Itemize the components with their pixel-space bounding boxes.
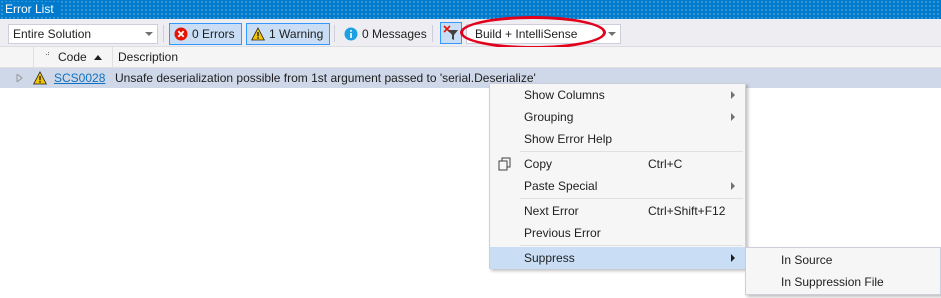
errors-filter-label: 0 Errors (192, 27, 235, 41)
warnings-filter-label: 1 Warning (269, 27, 324, 41)
menu-separator (520, 245, 743, 246)
window-titlebar: Error List (0, 0, 941, 19)
menu-item-show-error-help[interactable]: Show Error Help (490, 128, 745, 150)
menu-item-previous-error[interactable]: Previous Error (490, 222, 745, 244)
menu-item-copy[interactable]: Copy Ctrl+C (490, 153, 745, 175)
expand-chevron-icon[interactable] (16, 74, 24, 82)
sort-grip-column[interactable] (0, 47, 49, 68)
menu-item-suppress[interactable]: Suppress (490, 247, 745, 269)
menu-item-label: Copy (524, 157, 553, 171)
menu-item-label: Grouping (524, 110, 574, 124)
suppress-submenu: In Source In Suppression File (745, 247, 941, 295)
error-description: Unsafe deserialization possible from 1st… (115, 71, 536, 85)
menu-item-paste-special[interactable]: Paste Special (490, 175, 745, 197)
filter-funnel-icon (443, 25, 458, 40)
menu-item-grouping[interactable]: Grouping (490, 106, 745, 128)
chevron-right-icon (731, 182, 735, 190)
toolbar-separator (334, 25, 335, 42)
menu-item-label: Previous Error (524, 226, 601, 240)
chevron-down-icon (145, 32, 153, 36)
submenu-item-label: In Suppression File (781, 275, 884, 289)
chevron-down-icon (608, 32, 616, 36)
toolbar-separator (163, 25, 164, 42)
warnings-filter-button[interactable]: 1 Warning (246, 23, 331, 45)
column-header-row: Code Description (0, 47, 941, 68)
column-header-code[interactable]: Code (54, 47, 113, 68)
column-header-code-label: Code (58, 50, 87, 64)
messages-filter-label: 0 Messages (362, 27, 427, 41)
menu-item-next-error[interactable]: Next Error Ctrl+Shift+F12 (490, 200, 745, 222)
error-icon (174, 27, 188, 41)
build-source-value: Build + IntelliSense (475, 27, 578, 41)
warning-icon (33, 71, 47, 85)
column-header-description[interactable]: Description (113, 47, 941, 68)
menu-separator (520, 151, 743, 152)
copy-icon (498, 157, 511, 171)
scope-dropdown[interactable]: Entire Solution (8, 24, 158, 44)
sort-ascending-icon (94, 55, 102, 60)
scope-dropdown-value: Entire Solution (13, 27, 92, 41)
menu-item-label: Show Error Help (524, 132, 613, 146)
toolbar-separator (432, 25, 433, 42)
menu-item-show-columns[interactable]: Show Columns (490, 84, 745, 106)
context-menu: Show Columns Grouping Show Error Help Co… (489, 83, 746, 269)
menu-item-label: Next Error (524, 204, 579, 218)
errors-filter-button[interactable]: 0 Errors (169, 23, 242, 45)
menu-item-label: Paste Special (524, 179, 598, 193)
submenu-item-in-source[interactable]: In Source (746, 249, 940, 271)
menu-item-label: Suppress (524, 251, 575, 265)
submenu-item-label: In Source (781, 253, 833, 267)
window-title: Error List (5, 2, 60, 16)
column-header-description-label: Description (118, 50, 179, 64)
toolbar: Entire Solution 0 Errors 1 Warning 0 Mes… (0, 19, 941, 47)
sort-grip-icon (46, 52, 49, 55)
warning-icon (251, 27, 265, 41)
submenu-item-in-suppression-file[interactable]: In Suppression File (746, 271, 940, 293)
table-row[interactable]: SCS0028 Unsafe deserialization possible … (0, 68, 941, 88)
menu-item-shortcut: Ctrl+Shift+F12 (648, 204, 726, 218)
chevron-right-icon (731, 254, 735, 262)
error-code-link[interactable]: SCS0028 (54, 68, 105, 88)
menu-item-shortcut: Ctrl+C (648, 157, 683, 171)
info-icon (344, 27, 358, 41)
chevron-right-icon (731, 91, 735, 99)
messages-filter-button[interactable]: 0 Messages (339, 23, 434, 45)
chevron-right-icon (731, 113, 735, 121)
menu-item-label: Show Columns (524, 88, 605, 102)
build-source-dropdown[interactable]: Build + IntelliSense (466, 24, 621, 44)
menu-separator (520, 198, 743, 199)
filter-toggle-button[interactable] (440, 22, 462, 44)
